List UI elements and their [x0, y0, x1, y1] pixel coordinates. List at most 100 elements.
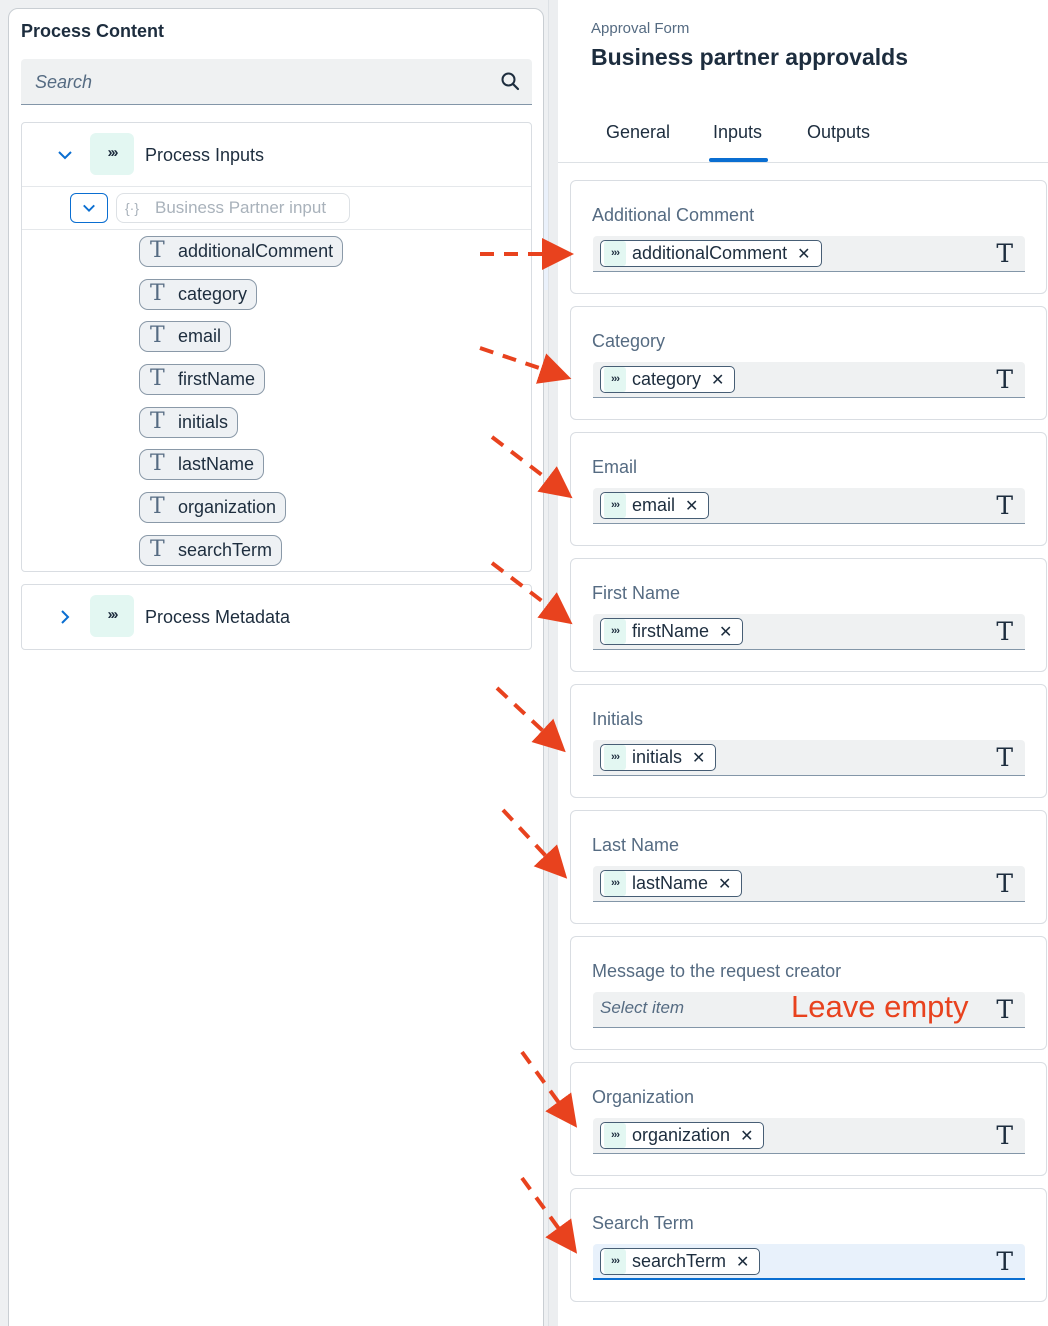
- field-chip[interactable]: TsearchTerm: [139, 535, 283, 566]
- remove-icon[interactable]: ✕: [692, 750, 705, 767]
- process-icon: ›››: [90, 133, 134, 175]
- expand-button[interactable]: [70, 193, 108, 223]
- process-icon: ›››: [604, 1123, 626, 1148]
- card-label: First Name: [592, 583, 681, 603]
- value-input[interactable]: ››› email ✕ T: [593, 488, 1025, 524]
- tab-outputs[interactable]: Outputs: [807, 122, 870, 143]
- approval-form-panel: Approval Form Business partner approvald…: [558, 0, 1048, 1326]
- value-input[interactable]: ››› searchTerm ✕ T: [593, 1244, 1025, 1280]
- value-token[interactable]: ››› additionalComment ✕: [600, 240, 822, 267]
- remove-icon[interactable]: ✕: [797, 246, 810, 263]
- process-inputs-label: Process Inputs: [145, 145, 265, 165]
- field-chip-label: firstName: [178, 369, 256, 389]
- remove-icon[interactable]: ✕: [711, 372, 724, 389]
- card-label: Search Term: [592, 1213, 694, 1233]
- value-input[interactable]: ››› additionalComment ✕ T: [593, 236, 1025, 272]
- value-token[interactable]: ››› email ✕: [600, 492, 710, 519]
- process-icon: ›››: [604, 871, 626, 896]
- chevron-down-icon: [83, 204, 95, 212]
- value-token-label: email: [632, 495, 676, 515]
- search-icon[interactable]: [500, 71, 520, 91]
- chevron-down-icon[interactable]: [57, 147, 73, 163]
- value-token[interactable]: ››› initials ✕: [600, 744, 717, 771]
- chevron-right-icon[interactable]: [57, 609, 73, 625]
- text-type-icon: T: [150, 451, 165, 476]
- text-type-icon: T: [996, 1121, 1013, 1150]
- field-chip-label: initials: [178, 412, 229, 432]
- tab-inputs[interactable]: Inputs: [713, 122, 762, 143]
- process-metadata-node[interactable]: ››› Process Metadata: [21, 584, 532, 650]
- text-type-icon: T: [996, 491, 1013, 520]
- value-token[interactable]: ››› lastName ✕: [600, 870, 743, 897]
- text-type-icon: T: [996, 1247, 1013, 1276]
- value-input[interactable]: ››› initials ✕ T: [593, 740, 1025, 776]
- field-chip[interactable]: Temail: [139, 321, 232, 352]
- value-token-label: searchTerm: [632, 1251, 727, 1271]
- value-token[interactable]: ››› category ✕: [600, 366, 736, 393]
- tab-general[interactable]: General: [606, 122, 670, 143]
- text-type-icon: T: [996, 995, 1013, 1024]
- field-chip[interactable]: Tinitials: [139, 407, 239, 438]
- value-token-label: category: [632, 369, 702, 389]
- value-token-label: additionalComment: [632, 243, 788, 263]
- process-icon: ›››: [90, 595, 134, 637]
- process-icon: ›››: [604, 367, 626, 392]
- process-content-panel: Process Content Search ››› Process Input…: [8, 8, 544, 1326]
- value-token-label: firstName: [632, 621, 710, 641]
- remove-icon[interactable]: ✕: [718, 876, 731, 893]
- text-type-icon: T: [150, 366, 165, 391]
- text-type-icon: T: [996, 239, 1013, 268]
- value-input[interactable]: ››› lastName ✕ T: [593, 866, 1025, 902]
- value-input[interactable]: ››› organization ✕ T: [593, 1118, 1025, 1154]
- text-type-icon: T: [150, 494, 165, 519]
- text-type-icon: T: [150, 537, 165, 562]
- value-token[interactable]: ››› organization ✕: [600, 1122, 765, 1149]
- field-chip[interactable]: TadditionalComment: [139, 236, 344, 267]
- field-chip-label: organization: [178, 497, 277, 517]
- business-partner-input-node[interactable]: {·} Business Partner input: [22, 187, 531, 230]
- value-token[interactable]: ››› firstName ✕: [600, 618, 744, 645]
- search-input[interactable]: Search: [21, 59, 532, 105]
- remove-icon[interactable]: ✕: [685, 498, 698, 515]
- input-card-search-term: Search Term ››› searchTerm ✕ T: [570, 1188, 1047, 1302]
- field-chip-label: additionalComment: [178, 241, 334, 261]
- tab-bar-divider: [558, 162, 1048, 163]
- field-chip[interactable]: Tcategory: [139, 279, 258, 310]
- input-card-last-name: Last Name ››› lastName ✕ T: [570, 810, 1047, 924]
- value-token-label: organization: [632, 1125, 731, 1145]
- form-title: Business partner approvalds: [591, 44, 908, 70]
- card-label: Additional Comment: [592, 205, 755, 225]
- input-card-email: Email ››› email ✕ T: [570, 432, 1047, 546]
- card-label: Category: [592, 331, 666, 351]
- business-partner-input-label: Business Partner input: [155, 198, 327, 217]
- text-type-icon: T: [996, 365, 1013, 394]
- value-input[interactable]: ››› firstName ✕ T: [593, 614, 1025, 650]
- remove-icon[interactable]: ✕: [736, 1254, 749, 1271]
- text-type-icon: T: [996, 743, 1013, 772]
- field-chip[interactable]: TfirstName: [139, 364, 266, 395]
- remove-icon[interactable]: ✕: [719, 624, 732, 641]
- value-token[interactable]: ››› searchTerm ✕: [600, 1248, 761, 1275]
- field-chip-label: lastName: [178, 454, 255, 474]
- field-chip[interactable]: Torganization: [139, 492, 287, 523]
- process-icon: ›››: [604, 745, 626, 770]
- field-chip[interactable]: TlastName: [139, 449, 265, 480]
- remove-icon[interactable]: ✕: [740, 1128, 753, 1145]
- input-card-additional-comment: Additional Comment ››› additionalComment ✕…: [570, 180, 1047, 294]
- panel-resize-handle[interactable]: [548, 0, 558, 1326]
- card-label: Organization: [592, 1087, 695, 1107]
- process-icon: ›››: [604, 241, 626, 266]
- field-chip-label: email: [178, 326, 222, 346]
- value-input[interactable]: ››› category ✕ T: [593, 362, 1025, 398]
- business-partner-input-chip[interactable]: {·} Business Partner input: [116, 193, 350, 223]
- process-icon: ›››: [604, 493, 626, 518]
- process-metadata-label: Process Metadata: [145, 607, 291, 627]
- process-inputs-tree: ››› Process Inputs {·} Business Partner …: [21, 122, 532, 572]
- input-card-organization: Organization ››› organization ✕ T: [570, 1062, 1047, 1176]
- process-inputs-node[interactable]: ››› Process Inputs: [22, 123, 531, 187]
- card-label: Message to the request creator: [592, 961, 842, 981]
- card-label: Email: [592, 457, 638, 477]
- input-card-initials: Initials ››› initials ✕ T: [570, 684, 1047, 798]
- form-subtitle: Approval Form: [591, 20, 690, 37]
- text-type-icon: T: [150, 281, 165, 306]
